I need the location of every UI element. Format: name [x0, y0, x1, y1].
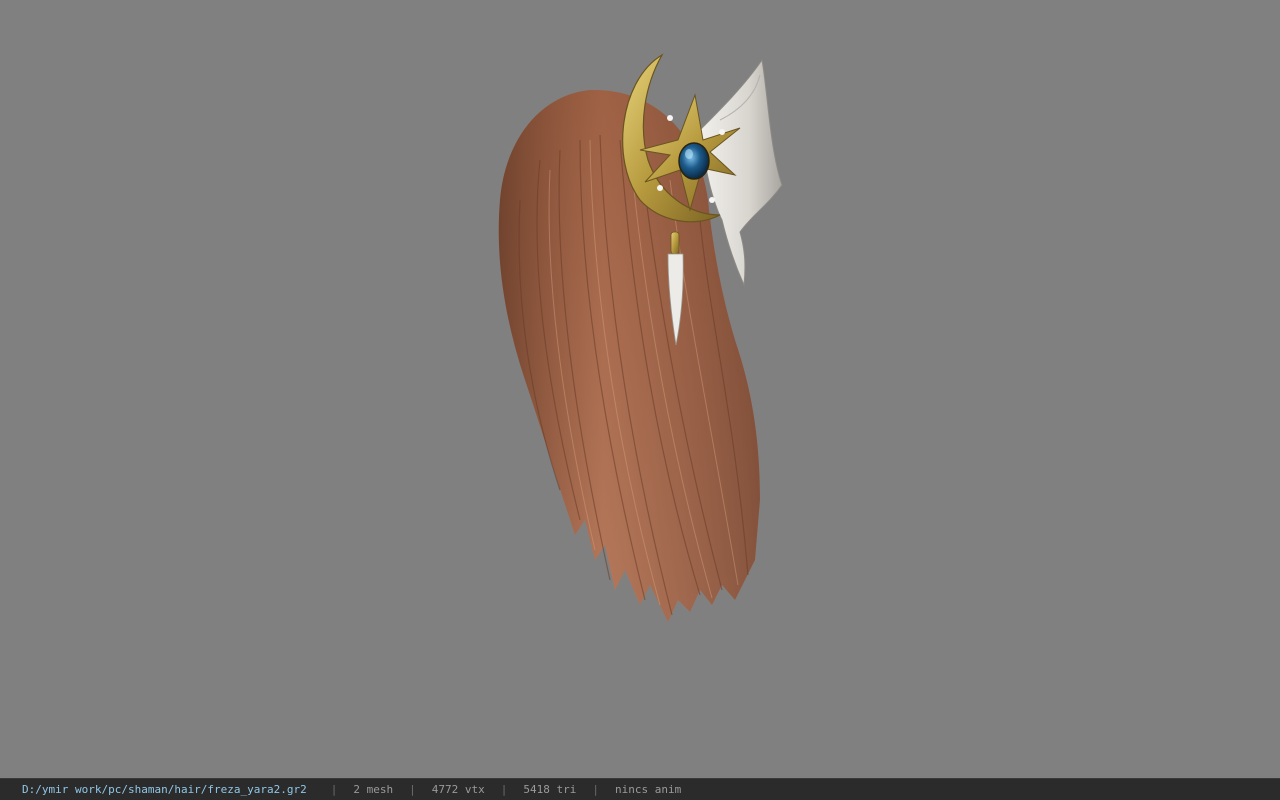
separator: | — [500, 783, 508, 796]
separator: | — [330, 783, 338, 796]
mesh-count: 2 mesh — [353, 783, 394, 796]
file-path: D:/ymir work/pc/shaman/hair/freza_yara2.… — [22, 783, 307, 796]
separator: | — [409, 783, 416, 796]
separator: | — [592, 783, 599, 796]
vertex-count: 4772 vtx — [431, 783, 485, 796]
triangle-count: 5418 tri — [523, 783, 577, 796]
hair-model-render[interactable] — [0, 0, 1280, 778]
status-bar: D:/ymir work/pc/shaman/hair/freza_yara2.… — [0, 778, 1280, 800]
blue-gem — [678, 142, 710, 180]
3d-viewport[interactable] — [0, 0, 1280, 778]
animation-status: nincs anim — [615, 783, 682, 796]
